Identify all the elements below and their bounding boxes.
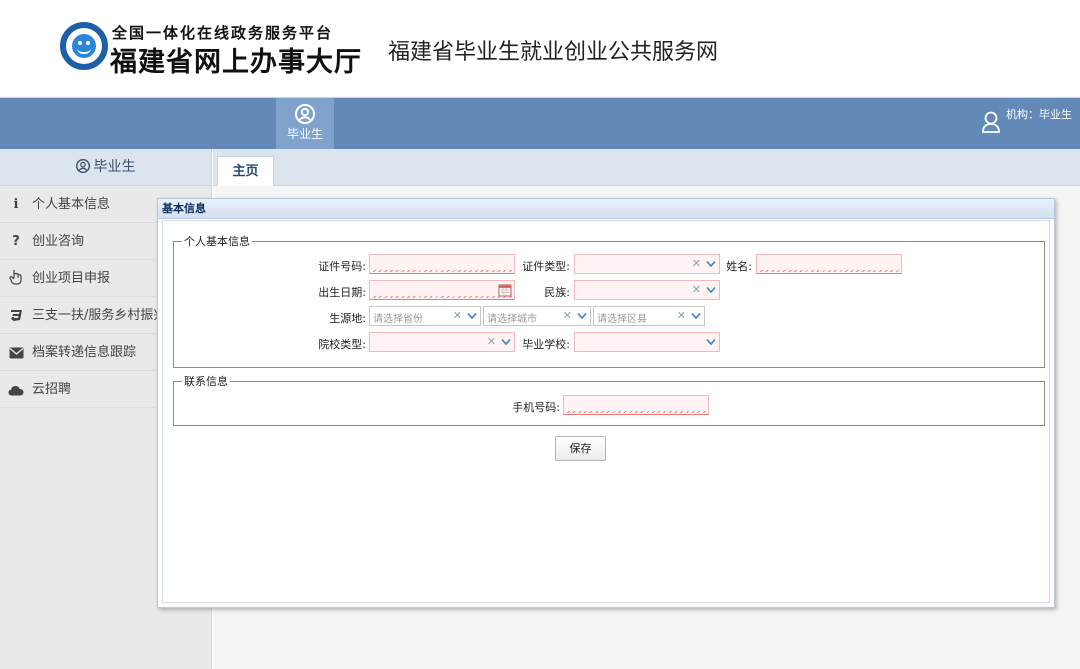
- origin-label: 生源地:: [329, 312, 366, 325]
- id-number-label: 证件号码:: [318, 260, 366, 273]
- ethnicity-label: 民族:: [544, 286, 570, 299]
- sidebar-item-label: 创业咨询: [32, 234, 85, 249]
- calendar-icon[interactable]: [498, 283, 512, 297]
- sidebar-item-label: 档案转递信息跟踪: [32, 345, 137, 360]
- phone-input[interactable]: [563, 395, 709, 415]
- chevron-down-icon[interactable]: [706, 286, 716, 294]
- sidebar-item-label: 云招聘: [32, 382, 72, 397]
- chevron-down-icon[interactable]: [691, 312, 701, 320]
- css3-icon: [8, 297, 24, 333]
- user-circle-icon: [75, 159, 90, 173]
- logo-main-text: 福建省网上办事大厅: [110, 47, 362, 78]
- nav-item-label: 毕业生: [286, 127, 323, 141]
- name-input[interactable]: [756, 254, 902, 274]
- ethnicity-select[interactable]: ✕: [574, 280, 720, 300]
- sidebar-title: 毕业生: [93, 159, 136, 175]
- header: 全国一体化在线政务服务平台 福建省网上办事大厅 福建省毕业生就业创业公共服务网: [0, 0, 1080, 97]
- sidebar-item-label: 个人基本信息: [32, 197, 111, 212]
- clear-icon[interactable]: ✕: [487, 335, 496, 348]
- tab-home[interactable]: 主页: [217, 156, 274, 186]
- clear-icon[interactable]: ✕: [677, 309, 686, 322]
- school-select[interactable]: [574, 332, 720, 352]
- birth-date-label: 出生日期:: [318, 286, 366, 299]
- clear-icon[interactable]: ✕: [563, 309, 572, 322]
- district-placeholder: 请选择区县: [597, 314, 647, 325]
- envelope-icon: [8, 334, 24, 370]
- hand-pointer-icon: [8, 260, 24, 296]
- panel-title: 基本信息: [158, 199, 1054, 219]
- province-select[interactable]: 请选择省份 ✕: [369, 306, 481, 326]
- school-label: 毕业学校:: [522, 338, 570, 351]
- sidebar-item-label: 创业项目申报: [32, 271, 111, 286]
- birth-date-input[interactable]: [369, 280, 515, 300]
- org-label: 机构：毕业生: [1006, 108, 1072, 121]
- nav-item-graduate[interactable]: 毕业生: [276, 98, 334, 149]
- clear-icon[interactable]: ✕: [692, 283, 701, 296]
- site-title: 福建省毕业生就业创业公共服务网: [388, 40, 719, 65]
- cloud-icon: [8, 371, 24, 407]
- province-placeholder: 请选择省份: [373, 314, 423, 325]
- personal-info-legend: 个人基本信息: [184, 235, 250, 248]
- id-type-label: 证件类型:: [522, 260, 570, 273]
- platform-logo-icon: [60, 22, 108, 70]
- district-select[interactable]: 请选择区县 ✕: [593, 306, 705, 326]
- id-number-input[interactable]: [369, 254, 515, 274]
- city-placeholder: 请选择城市: [487, 314, 537, 325]
- save-button[interactable]: 保存: [555, 436, 606, 461]
- id-type-select[interactable]: ✕: [574, 254, 720, 274]
- chevron-down-icon[interactable]: [577, 312, 587, 320]
- question-icon: ?: [12, 234, 20, 249]
- clear-icon[interactable]: ✕: [453, 309, 462, 322]
- chevron-down-icon[interactable]: [501, 338, 511, 346]
- tab-bar: 主页: [213, 149, 1080, 186]
- sidebar-item-label: 三支一扶/服务乡村振兴: [32, 308, 167, 323]
- name-label: 姓名:: [726, 260, 752, 273]
- top-navbar: 毕业生 机构：毕业生: [0, 97, 1080, 149]
- info-icon: i: [13, 197, 19, 212]
- clear-icon[interactable]: ✕: [692, 257, 701, 270]
- school-type-select[interactable]: ✕: [369, 332, 515, 352]
- contact-info-legend: 联系信息: [184, 375, 228, 388]
- chevron-down-icon[interactable]: [706, 338, 716, 346]
- user-circle-icon: [295, 104, 315, 124]
- chevron-down-icon[interactable]: [467, 312, 477, 320]
- phone-label: 手机号码:: [512, 401, 560, 414]
- sidebar-header: 毕业生: [0, 149, 211, 186]
- chevron-down-icon[interactable]: [706, 260, 716, 268]
- city-select[interactable]: 请选择城市 ✕: [483, 306, 591, 326]
- school-type-label: 院校类型:: [318, 338, 366, 351]
- account-icon[interactable]: [980, 110, 1002, 134]
